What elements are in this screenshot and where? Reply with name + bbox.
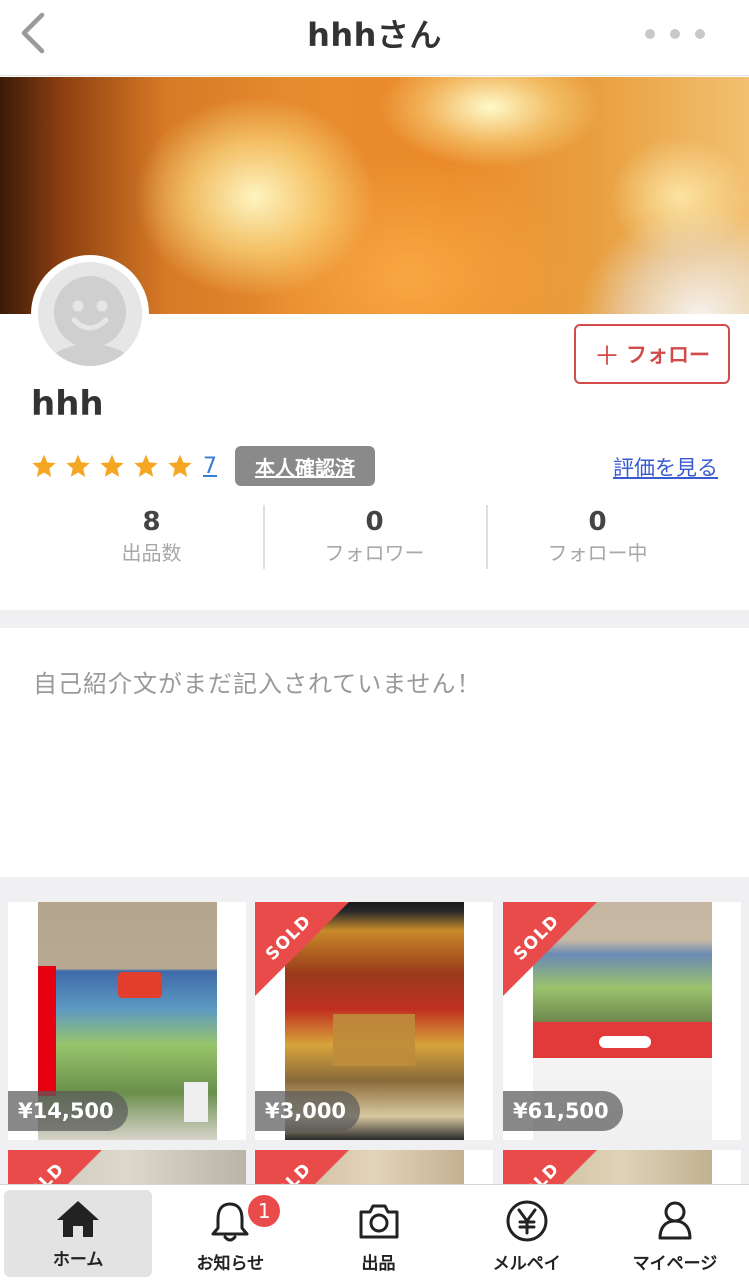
star-icon: [134, 454, 158, 477]
tab-sell[interactable]: 出品: [304, 1185, 452, 1281]
yen-icon: [506, 1200, 548, 1242]
person-icon: [658, 1201, 692, 1240]
verified-badge: 本人確認済: [235, 446, 375, 486]
profile-stats: 8 出品数 0 フォロワー 0 フォロー中: [40, 505, 709, 569]
item-card[interactable]: ¥14,500: [8, 902, 246, 1140]
tab-notifications[interactable]: 1 お知らせ: [156, 1185, 304, 1281]
tab-label: 出品: [361, 1254, 396, 1274]
app-header: hhhさん: [0, 0, 749, 76]
dot-icon: [670, 29, 680, 39]
tab-label: マイページ: [632, 1254, 718, 1274]
star-icon: [168, 454, 192, 477]
stat-value: 0: [588, 507, 607, 537]
sold-badge: SOLD: [255, 902, 349, 996]
plus-icon: ＋: [593, 341, 620, 372]
avatar[interactable]: [31, 255, 149, 373]
sold-badge: SOLD: [503, 902, 597, 996]
stat-label: フォロワー: [324, 541, 425, 565]
stat-listings[interactable]: 8 出品数: [40, 505, 263, 569]
sold-label: SOLD: [262, 1159, 315, 1184]
stat-value: 8: [142, 507, 161, 537]
camera-icon: [359, 1204, 398, 1239]
star-icon: [100, 454, 124, 477]
stat-following[interactable]: 0 フォロー中: [486, 505, 709, 569]
follow-label: フォロー: [626, 343, 710, 367]
sold-label: SOLD: [15, 1159, 68, 1184]
item-price: ¥3,000: [255, 1091, 361, 1131]
star-icon: [66, 454, 90, 477]
sold-label: SOLD: [262, 911, 316, 965]
star-rating: [31, 453, 201, 479]
star-icon: [32, 454, 56, 477]
item-image-detail: [38, 966, 56, 1096]
more-options-button[interactable]: [645, 22, 705, 46]
rating-row: 7 本人確認済: [31, 445, 375, 487]
default-avatar-icon: [38, 262, 142, 366]
page-title: hhhさん: [307, 16, 442, 54]
item-image-detail: [118, 972, 162, 998]
tab-mypage[interactable]: マイページ: [601, 1185, 749, 1281]
rating-count-link[interactable]: 7: [203, 454, 217, 479]
home-icon: [57, 1201, 100, 1237]
tab-label: ホーム: [52, 1250, 104, 1270]
item-card[interactable]: SOLD ¥3,000: [255, 902, 493, 1140]
dot-icon: [695, 29, 705, 39]
item-image-detail: [333, 1014, 415, 1066]
bio-text: 自己紹介文がまだ記入されていません！: [33, 670, 482, 698]
item-image-detail: [599, 1036, 651, 1048]
stat-label: 出品数: [121, 541, 182, 565]
stat-followers[interactable]: 0 フォロワー: [263, 505, 486, 569]
follow-button[interactable]: ＋ フォロー: [574, 324, 730, 384]
stat-label: フォロー中: [547, 541, 648, 565]
sold-badge: SOLD: [8, 1150, 102, 1184]
notification-badge: 1: [246, 1193, 283, 1229]
tab-label: お知らせ: [196, 1254, 265, 1274]
tab-merpay[interactable]: メルペイ: [453, 1185, 601, 1281]
stat-value: 0: [365, 507, 384, 537]
item-price: ¥14,500: [8, 1091, 128, 1131]
dot-icon: [645, 29, 655, 39]
sold-badge: SOLD: [255, 1150, 349, 1184]
item-card[interactable]: SOLD ¥61,500: [503, 902, 741, 1140]
sold-label: SOLD: [510, 1159, 563, 1184]
item-image-detail: [184, 1082, 208, 1122]
username: hhh: [31, 384, 104, 424]
sold-badge: SOLD: [503, 1150, 597, 1184]
tab-label: メルペイ: [492, 1254, 561, 1274]
item-card[interactable]: SOLD: [503, 1150, 741, 1184]
bottom-tab-bar: ホーム 1 お知らせ 出品 メルペイ マイページ: [0, 1184, 749, 1281]
tab-home[interactable]: ホーム: [4, 1190, 153, 1277]
item-card[interactable]: SOLD: [8, 1150, 246, 1184]
sold-label: SOLD: [510, 911, 564, 965]
item-card[interactable]: SOLD: [255, 1150, 493, 1184]
see-reviews-link[interactable]: 評価を見る: [613, 452, 718, 482]
item-price: ¥61,500: [503, 1091, 623, 1131]
section-divider: [0, 610, 749, 628]
